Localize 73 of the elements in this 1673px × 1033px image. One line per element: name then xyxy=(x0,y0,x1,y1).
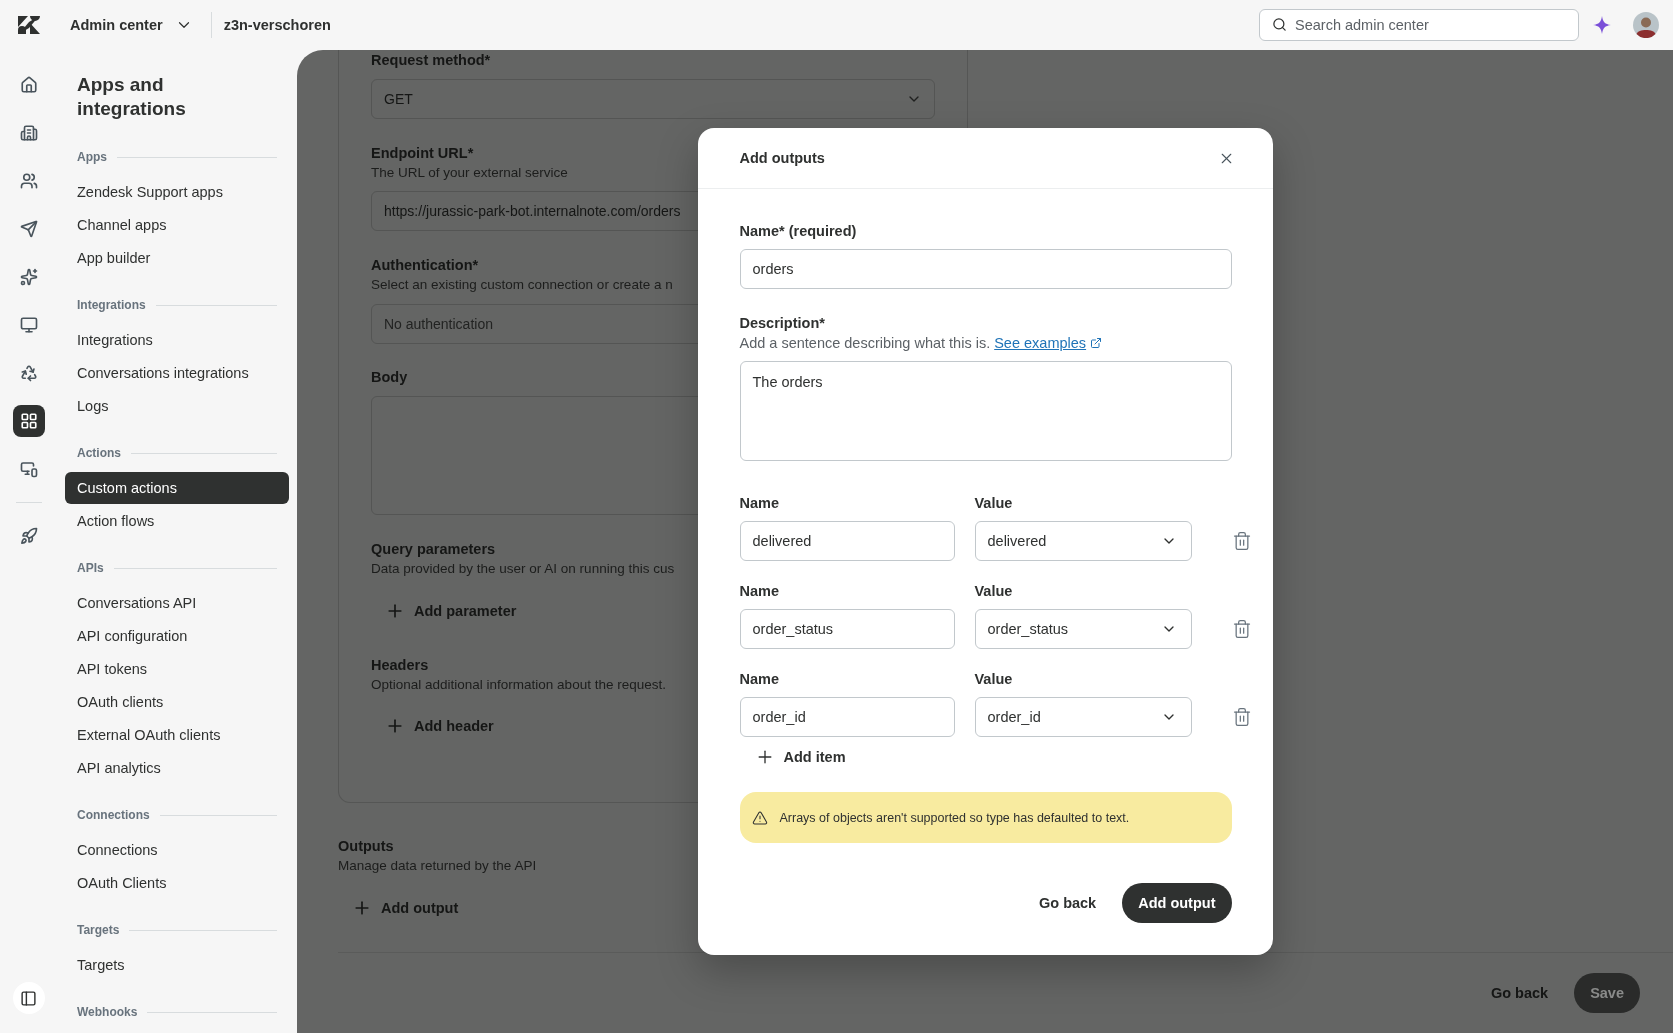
nav-item[interactable]: OAuth Clients xyxy=(65,867,289,899)
trash-icon xyxy=(1231,619,1252,639)
section-hint: Manage data returned by the API xyxy=(338,857,537,875)
nav-item[interactable]: Custom actions xyxy=(65,472,289,504)
warning-icon xyxy=(751,809,768,826)
search-icon xyxy=(1272,17,1287,32)
description-field[interactable]: The orders xyxy=(739,361,1232,461)
field-label: Request method* xyxy=(371,51,491,70)
nav-item[interactable]: Integrations xyxy=(65,324,289,356)
field-label: Value xyxy=(974,582,1014,601)
section-title: Headers xyxy=(371,656,429,675)
value-select[interactable]: delivered xyxy=(974,521,1192,561)
product-switcher[interactable]: Admin center xyxy=(70,16,193,34)
search-field[interactable]: Search admin center xyxy=(1259,9,1579,41)
nav-item[interactable]: Channel apps xyxy=(65,209,289,241)
section-title: Query parameters xyxy=(371,540,496,559)
name-field[interactable]: order_status xyxy=(739,609,955,649)
section-heading: APIs xyxy=(77,561,104,575)
section-hint: Data provided by the user or AI on running this cus xyxy=(371,560,675,578)
nav-item[interactable]: Targets xyxy=(65,949,289,981)
nav-item[interactable]: Conversations integrations xyxy=(65,357,289,389)
field-label: Name xyxy=(739,494,780,513)
field-label: Description* xyxy=(739,314,826,333)
name-field[interactable]: delivered xyxy=(739,521,955,561)
nav-item[interactable]: API tokens xyxy=(65,653,289,685)
nav-item[interactable]: OAuth clients xyxy=(65,686,289,718)
nav-item[interactable]: Connections xyxy=(65,834,289,866)
apps-icon[interactable] xyxy=(12,405,45,437)
nav-item[interactable]: Action flows xyxy=(65,505,289,537)
field-label: Value xyxy=(974,670,1014,689)
field-label: Authentication* xyxy=(371,256,479,275)
field-label: Body xyxy=(371,368,408,387)
section-heading: Apps xyxy=(77,150,107,164)
nav-item[interactable]: Conversations API xyxy=(65,587,289,619)
name-field[interactable]: order_id xyxy=(739,697,955,737)
value-select[interactable]: order_id xyxy=(974,697,1192,737)
section-heading: Webhooks xyxy=(77,1005,138,1019)
nav-item[interactable]: Logs xyxy=(65,390,289,422)
add-output-button[interactable]: Add output xyxy=(1122,883,1232,923)
nav-item[interactable]: Zendesk Support apps xyxy=(65,176,289,208)
nav-title: Apps and integrations xyxy=(77,73,187,121)
section-heading: Actions xyxy=(77,446,121,460)
trash-icon xyxy=(1231,531,1252,551)
panel-toggle-icon[interactable] xyxy=(12,982,45,1014)
section-title: Outputs xyxy=(338,837,394,856)
field-label: Endpoint URL* xyxy=(371,144,474,163)
save-button[interactable]: Save xyxy=(1574,973,1640,1013)
section-heading: Targets xyxy=(77,923,120,937)
name-field[interactable]: orders xyxy=(739,249,1232,289)
field-hint: Select an existing custom connection or create a n xyxy=(371,276,673,294)
field-hint: The URL of your external service xyxy=(371,164,568,182)
section-hint: Optional additional information about the request. xyxy=(371,676,666,694)
nav-item[interactable]: API configuration xyxy=(65,620,289,652)
nav-item[interactable]: API analytics xyxy=(65,752,289,784)
see-examples-link[interactable]: See examples xyxy=(994,333,1103,353)
nav-item[interactable]: External OAuth clients xyxy=(65,719,289,751)
section-heading: Connections xyxy=(77,808,150,822)
avatar[interactable] xyxy=(1633,12,1659,38)
go-back-button[interactable]: Go back xyxy=(1038,883,1097,923)
sparkle-icon[interactable] xyxy=(1593,16,1611,34)
value-select[interactable]: order_status xyxy=(974,609,1192,649)
nav-item[interactable]: App builder xyxy=(65,242,289,274)
add-item-button[interactable]: Add item xyxy=(739,739,846,775)
field-label: Value xyxy=(974,494,1014,513)
field-label: Name xyxy=(739,670,780,689)
trash-icon xyxy=(1231,707,1252,727)
field-label: Name xyxy=(739,582,780,601)
warning-text: Arrays of objects aren't supported so type has defaulted to text. xyxy=(779,810,1130,825)
logo xyxy=(18,16,40,34)
account-name: z3n-verschoren xyxy=(223,17,331,33)
dialog-title: Add outputs xyxy=(739,150,825,166)
section-heading: Integrations xyxy=(77,298,146,312)
external-link-icon xyxy=(1090,337,1103,349)
